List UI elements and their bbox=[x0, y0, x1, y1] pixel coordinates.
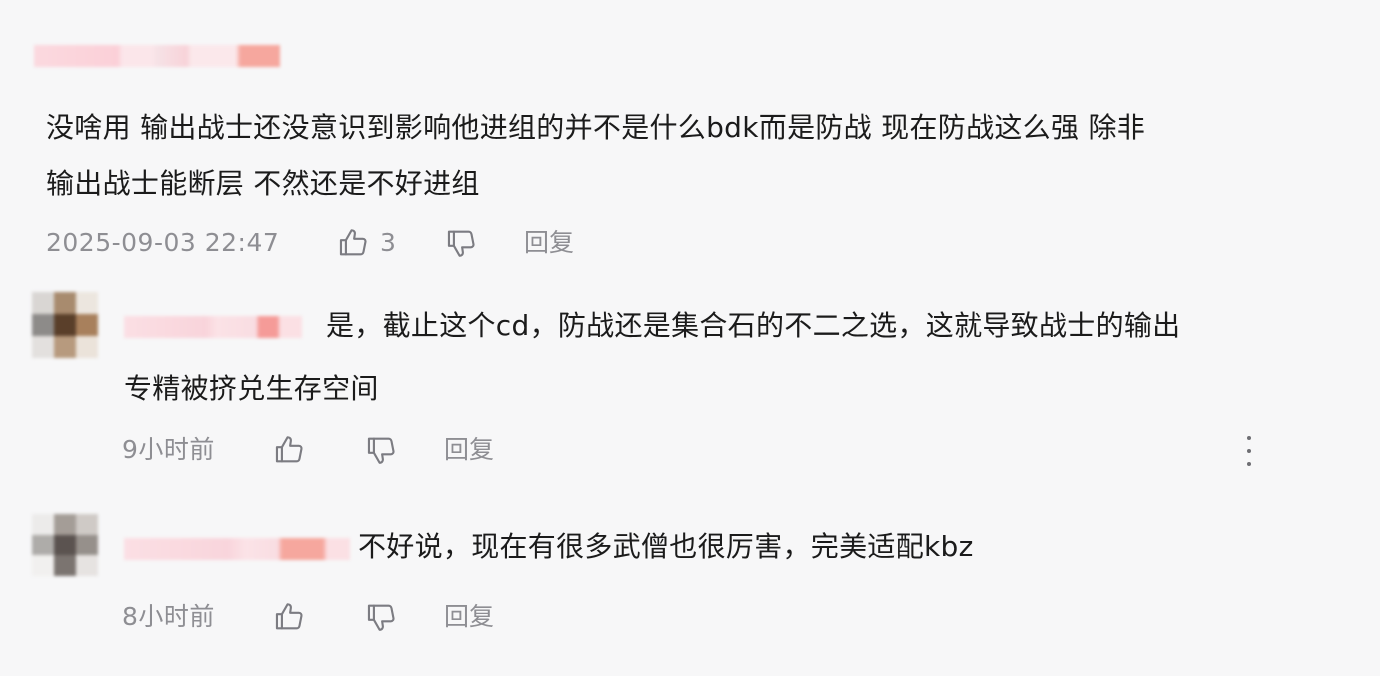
reply-button[interactable]: 回复 bbox=[444, 602, 494, 632]
username-redacted[interactable] bbox=[34, 45, 280, 67]
comment-text-line2: 输出战士能断层 不然还是不好进组 bbox=[46, 167, 480, 200]
avatar[interactable] bbox=[32, 292, 98, 358]
reply-time: 8小时前 bbox=[122, 602, 215, 631]
username-redacted[interactable] bbox=[124, 316, 302, 338]
thumbs-up-icon[interactable] bbox=[272, 433, 306, 467]
thumbs-down-icon[interactable] bbox=[364, 600, 398, 634]
avatar[interactable] bbox=[32, 514, 98, 576]
reply-button[interactable]: 回复 bbox=[524, 228, 574, 258]
more-vertical-icon[interactable] bbox=[1244, 436, 1254, 466]
reply-button[interactable]: 回复 bbox=[444, 435, 494, 465]
thumbs-down-icon[interactable] bbox=[364, 433, 398, 467]
reply-text-line2: 专精被挤兑生存空间 bbox=[124, 372, 379, 405]
comment-timestamp: 2025-09-03 22:47 bbox=[46, 228, 280, 257]
comment-text-line1: 没啥用 输出战士还没意识到影响他进组的并不是什么bdk而是防战 现在防战这么强 … bbox=[46, 111, 1146, 144]
thumbs-down-icon[interactable] bbox=[444, 226, 478, 260]
thumbs-up-icon[interactable] bbox=[336, 226, 370, 260]
reply-text-line1: 不好说，现在有很多武僧也很厉害，完美适配kbz bbox=[358, 530, 974, 563]
reply-text-line1: 是，截止这个cd，防战还是集合石的不二之选，这就导致战士的输出 bbox=[326, 309, 1181, 342]
thumbs-up-icon[interactable] bbox=[272, 600, 306, 634]
reply-time: 9小时前 bbox=[122, 435, 215, 464]
username-redacted[interactable] bbox=[124, 538, 350, 560]
like-count: 3 bbox=[380, 228, 397, 257]
